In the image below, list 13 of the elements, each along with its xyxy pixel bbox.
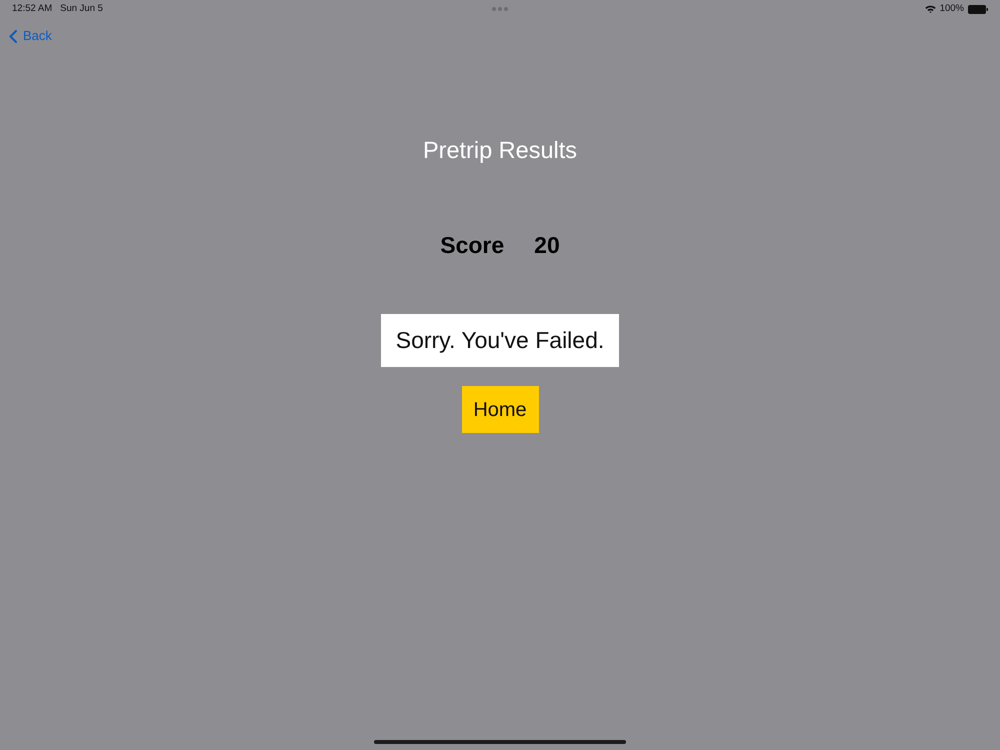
score-value: 20 xyxy=(534,231,560,259)
result-message: Sorry. You've Failed. xyxy=(381,314,619,367)
multitasking-dots-icon[interactable] xyxy=(492,7,508,11)
chevron-left-icon xyxy=(9,30,17,42)
status-date: Sun Jun 5 xyxy=(60,3,103,15)
home-indicator[interactable] xyxy=(374,740,626,744)
battery-percentage: 100% xyxy=(940,3,964,15)
page-title: Pretrip Results xyxy=(422,136,578,164)
status-time: 12:52 AM xyxy=(12,3,52,15)
score-label: Score xyxy=(440,231,504,259)
wifi-icon xyxy=(924,5,936,13)
home-button[interactable]: Home xyxy=(462,386,538,433)
battery-icon xyxy=(968,4,988,14)
